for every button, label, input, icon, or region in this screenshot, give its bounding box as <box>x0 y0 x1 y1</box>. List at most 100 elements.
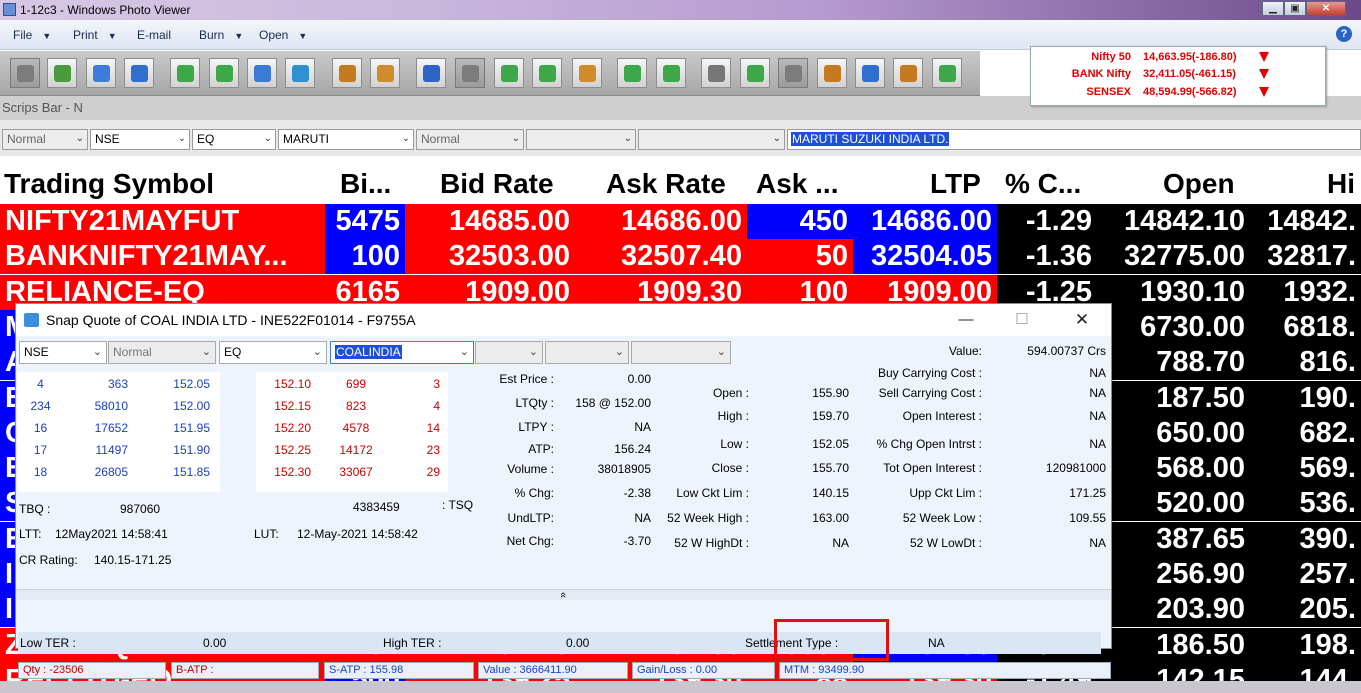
bid-price[interactable]: 151.90 <box>148 443 210 457</box>
toolbar-button[interactable] <box>332 58 362 88</box>
series-select[interactable]: EQ ⌄ <box>219 341 327 364</box>
toolbar-button[interactable] <box>370 58 400 88</box>
ask-qty[interactable]: 823 <box>326 399 386 413</box>
order-type-select[interactable]: Normal ⌄ <box>2 129 88 150</box>
index-row[interactable]: SENSEX 48,594.99(-566.82) <box>1031 86 1321 100</box>
toolbar-button[interactable] <box>817 58 847 88</box>
index-row[interactable]: BANK Nifty 32,411.05(-461.15) <box>1031 68 1321 82</box>
toolbar-button[interactable] <box>209 58 239 88</box>
ask-qty[interactable]: 14172 <box>326 443 386 457</box>
toolbar-button[interactable] <box>778 58 808 88</box>
toolbar-button[interactable] <box>285 58 315 88</box>
bid-qty[interactable]: 17652 <box>68 421 128 435</box>
series-select[interactable]: EQ ⌄ <box>192 129 276 150</box>
toolbar-button[interactable] <box>124 58 154 88</box>
toolbar-button[interactable] <box>656 58 686 88</box>
bid-price[interactable]: 151.95 <box>148 421 210 435</box>
bid-price[interactable]: 151.85 <box>148 465 210 479</box>
ask-price[interactable]: 152.30 <box>256 465 311 479</box>
menu-burn[interactable]: Burn ▼ <box>199 28 243 42</box>
bid-price[interactable]: 152.00 <box>148 399 210 413</box>
ask-price[interactable]: 152.20 <box>256 421 311 435</box>
maximize-button[interactable]: ☐ <box>1002 308 1042 332</box>
toolbar-button[interactable] <box>170 58 200 88</box>
market-watch-row[interactable]: NIFTY21MAYFUT 5475 14685.00 14686.00 450 1468… <box>0 204 1361 239</box>
cell-high: 816. <box>1250 345 1361 381</box>
bid-orders[interactable]: 4 <box>28 377 53 391</box>
ask-orders[interactable]: 14 <box>406 421 440 435</box>
minimize-window-button[interactable]: ▁ <box>1262 1 1284 16</box>
toolbar-button[interactable] <box>572 58 602 88</box>
symbol-select[interactable]: COALINDIA ⌄ <box>330 341 474 364</box>
col-trading-symbol[interactable]: Trading Symbol <box>4 168 214 200</box>
cell-open: 14842.10 <box>1097 204 1250 239</box>
bid-orders[interactable]: 16 <box>28 421 53 435</box>
toolbar-button[interactable] <box>247 58 277 88</box>
toolbar-button[interactable] <box>701 58 731 88</box>
bid-orders[interactable]: 234 <box>28 399 53 413</box>
menu-file[interactable]: File ▼ <box>13 28 51 42</box>
mode-select[interactable]: Normal ⌄ <box>416 129 524 150</box>
company-name-field[interactable]: MARUTI SUZUKI INDIA LTD. <box>787 129 1361 150</box>
menu-open[interactable]: Open ▼ <box>259 28 307 42</box>
toolbar-button[interactable] <box>532 58 562 88</box>
ask-orders[interactable]: 29 <box>406 465 440 479</box>
ask-qty[interactable]: 699 <box>326 377 386 391</box>
bid-qty[interactable]: 11497 <box>68 443 128 457</box>
close-button[interactable]: ✕ <box>1062 308 1102 332</box>
close-window-button[interactable]: ✕ <box>1306 1 1346 16</box>
cell-high: 14842. <box>1250 204 1361 239</box>
toolbar-button[interactable] <box>932 58 962 88</box>
exchange-select[interactable]: NSE ⌄ <box>19 341 107 364</box>
ask-orders[interactable]: 3 <box>406 377 440 391</box>
toolbar-button[interactable] <box>416 58 446 88</box>
menu-print[interactable]: Print ▼ <box>73 28 117 42</box>
index-row[interactable]: Nifty 50 14,663.95(-186.80) <box>1031 51 1321 65</box>
col-bid-rate[interactable]: Bid Rate <box>440 168 554 200</box>
bid-qty[interactable]: 58010 <box>68 399 128 413</box>
toolbar-button[interactable] <box>855 58 885 88</box>
toolbar-button[interactable] <box>893 58 923 88</box>
ask-qty[interactable]: 4578 <box>326 421 386 435</box>
bid-qty[interactable]: 26805 <box>68 465 128 479</box>
ask-price[interactable]: 152.10 <box>256 377 311 391</box>
menu-email[interactable]: E-mail <box>137 28 171 42</box>
toolbar-button[interactable] <box>617 58 647 88</box>
bid-orders[interactable]: 18 <box>28 465 53 479</box>
symbol-select[interactable]: MARUTI ⌄ <box>278 129 414 150</box>
ask-orders[interactable]: 4 <box>406 399 440 413</box>
empty-select[interactable]: ⌄ <box>631 341 731 364</box>
ask-qty[interactable]: 33067 <box>326 465 386 479</box>
minimize-button[interactable]: — <box>946 308 986 332</box>
toolbar-button[interactable] <box>47 58 77 88</box>
help-icon[interactable]: ? <box>1336 26 1352 42</box>
toolbar-button[interactable] <box>10 58 40 88</box>
bid-orders[interactable]: 17 <box>28 443 53 457</box>
bid-price[interactable]: 152.05 <box>148 377 210 391</box>
empty-select[interactable]: ⌄ <box>638 129 785 150</box>
toolbar-button[interactable] <box>455 58 485 88</box>
toolbar-button[interactable] <box>494 58 524 88</box>
col-ltp[interactable]: LTP <box>930 168 981 200</box>
empty-select[interactable]: ⌄ <box>545 341 629 364</box>
col-open[interactable]: Open <box>1163 168 1235 200</box>
empty-select[interactable]: ⌄ <box>475 341 543 364</box>
toolbar-button[interactable] <box>740 58 770 88</box>
col-ask-rate[interactable]: Ask Rate <box>606 168 726 200</box>
col-pct-chg[interactable]: % C... <box>1005 168 1081 200</box>
empty-select[interactable]: ⌄ <box>526 129 636 150</box>
exchange-select[interactable]: NSE ⌄ <box>90 129 190 150</box>
ask-orders[interactable]: 23 <box>406 443 440 457</box>
col-bid-qty[interactable]: Bi... <box>340 168 391 200</box>
col-ask-qty[interactable]: Ask ... <box>756 168 838 200</box>
bid-qty[interactable]: 363 <box>68 377 128 391</box>
ask-price[interactable]: 152.15 <box>256 399 311 413</box>
toolbar-button[interactable] <box>86 58 116 88</box>
order-type-select[interactable]: Normal ⌄ <box>108 341 216 364</box>
maximize-window-button[interactable]: ▣ <box>1284 1 1306 16</box>
ask-price[interactable]: 152.25 <box>256 443 311 457</box>
col-high[interactable]: Hi <box>1327 168 1355 200</box>
collapse-toggle[interactable]: « <box>16 589 1111 600</box>
market-watch-row[interactable]: BANKNIFTY21MAY... 100 32503.00 32507.40 50 32… <box>0 239 1361 275</box>
position-summary-bar: Qty : -23506 B-ATP : S-ATP : 155.98 Valu… <box>18 662 1111 679</box>
